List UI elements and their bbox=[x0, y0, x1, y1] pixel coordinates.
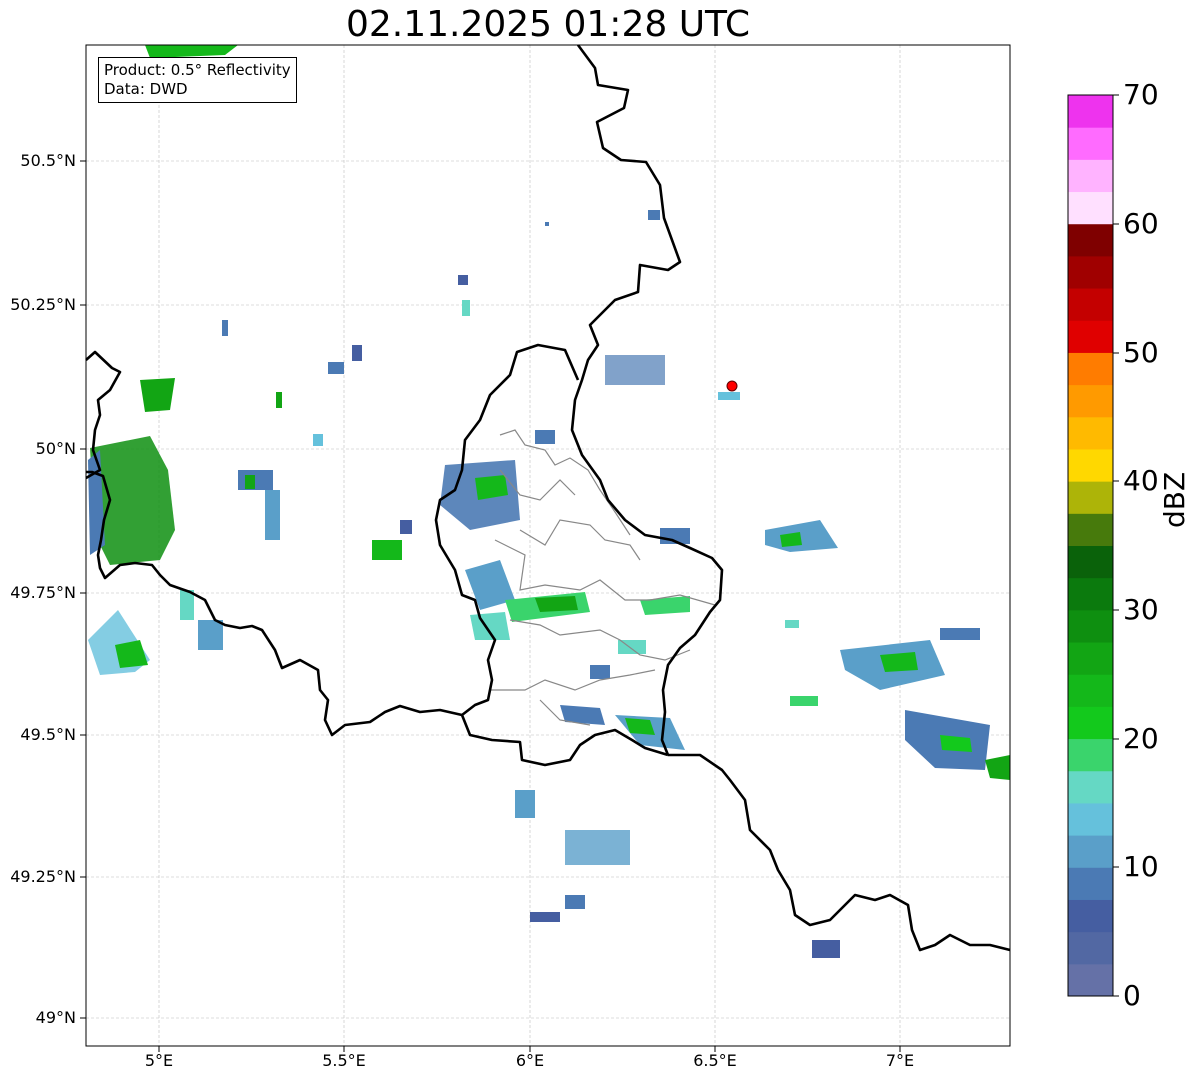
echo bbox=[238, 470, 273, 490]
echo bbox=[458, 275, 468, 285]
echo bbox=[328, 362, 344, 374]
colorbar-tick-label: 60 bbox=[1123, 207, 1159, 240]
colorbar-tick-label: 30 bbox=[1123, 593, 1159, 626]
echo bbox=[462, 300, 470, 316]
lon-tick-label: 6°E bbox=[515, 1051, 545, 1070]
echo bbox=[940, 628, 980, 640]
radar-map[interactable] bbox=[0, 0, 1202, 1081]
echo bbox=[245, 475, 255, 489]
echo bbox=[565, 830, 630, 865]
echo bbox=[400, 520, 412, 534]
echo bbox=[180, 590, 194, 620]
lat-tick-label: 50.5°N bbox=[20, 151, 76, 170]
lon-tick-label: 5°E bbox=[144, 1051, 174, 1070]
info-box: Product: 0.5° Reflectivity Data: DWD bbox=[98, 57, 297, 103]
echo bbox=[515, 790, 535, 818]
lon-tick-label: 7°E bbox=[885, 1051, 915, 1070]
map-area bbox=[86, 45, 1010, 1046]
echo bbox=[812, 940, 840, 958]
colorbar-tick-label: 50 bbox=[1123, 336, 1159, 369]
echo-west-n bbox=[140, 378, 175, 412]
echo bbox=[535, 430, 555, 444]
echo bbox=[276, 392, 282, 408]
echo bbox=[222, 320, 228, 336]
colorbar-tick-label: 10 bbox=[1123, 850, 1159, 883]
echo bbox=[265, 490, 280, 540]
echo bbox=[530, 912, 560, 922]
echo bbox=[648, 210, 660, 220]
echo bbox=[313, 434, 323, 446]
radar-site-marker[interactable] bbox=[726, 380, 738, 392]
data-source-label: Data: DWD bbox=[104, 80, 188, 98]
echo bbox=[372, 540, 402, 560]
echo bbox=[785, 620, 799, 628]
lat-tick-label: 49°N bbox=[35, 1008, 76, 1027]
colorbar-tick-label: 40 bbox=[1123, 464, 1159, 497]
echo-central-band-core bbox=[535, 596, 578, 612]
lat-tick-label: 49.75°N bbox=[10, 583, 76, 602]
echo-east-b-core bbox=[880, 652, 918, 672]
lat-tick-label: 50.25°N bbox=[10, 295, 76, 314]
lon-tick-label: 5.5°E bbox=[322, 1051, 366, 1070]
product-label: Product: 0.5° Reflectivity bbox=[104, 61, 291, 79]
echo-central-se2 bbox=[560, 705, 605, 725]
echo-central-s bbox=[470, 612, 510, 640]
colorbar-label: dBZ bbox=[1158, 471, 1191, 528]
echo bbox=[790, 696, 818, 706]
colorbar-tick-label: 0 bbox=[1123, 979, 1141, 1012]
echo bbox=[352, 345, 362, 361]
colorbar-tick-label: 70 bbox=[1123, 78, 1159, 111]
colorbar-tick-label: 20 bbox=[1123, 722, 1159, 755]
lat-tick-label: 50°N bbox=[35, 439, 76, 458]
echo bbox=[605, 355, 665, 385]
lat-tick-label: 49.25°N bbox=[10, 867, 76, 886]
lat-tick-label: 49.5°N bbox=[20, 725, 76, 744]
echo bbox=[198, 620, 223, 650]
echo bbox=[545, 222, 549, 226]
echo bbox=[718, 392, 740, 400]
lon-tick-label: 6.5°E bbox=[693, 1051, 737, 1070]
echo bbox=[565, 895, 585, 909]
echo bbox=[590, 665, 610, 679]
